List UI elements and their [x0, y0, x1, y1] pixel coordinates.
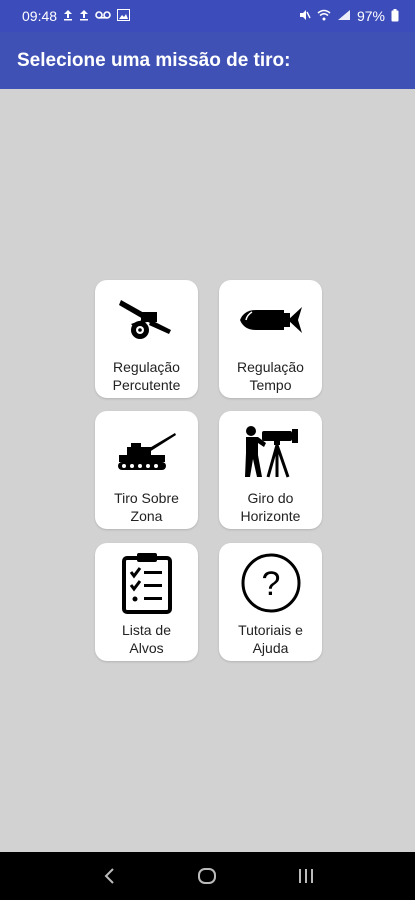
menu-item-tiro-sobre-zona[interactable]: Tiro Sobre Zona — [95, 411, 198, 529]
recents-button[interactable] — [286, 856, 326, 896]
upload-icon — [63, 9, 73, 23]
menu-item-label: Lista de Alvos — [121, 622, 172, 656]
menu-item-label: Giro do Horizonte — [240, 490, 301, 524]
mission-menu: Regulação Percutente Regulação Tempo Tir… — [0, 89, 415, 852]
status-time: 09:48 — [22, 8, 58, 24]
self-propelled-gun-icon — [112, 421, 182, 481]
image-icon — [117, 9, 131, 23]
howitzer-icon — [112, 290, 182, 350]
upload-icon — [79, 9, 89, 23]
signal-icon — [337, 9, 351, 23]
help-circle-icon: ? — [236, 553, 306, 613]
page-title: Selecione uma missão de tiro: — [17, 49, 291, 71]
status-bar: 09:48 97% — [0, 0, 415, 32]
menu-item-lista-de-alvos[interactable]: Lista de Alvos — [95, 543, 198, 661]
shell-icon — [236, 290, 306, 350]
app-bar: Selecione uma missão de tiro: — [0, 32, 415, 89]
home-button[interactable] — [187, 856, 227, 896]
wifi-icon — [317, 9, 331, 23]
menu-item-label: Regulação Percutente — [112, 359, 181, 393]
battery-percent: 97% — [356, 8, 385, 24]
menu-item-giro-do-horizonte[interactable]: Giro do Horizonte — [219, 411, 322, 529]
status-right: 97% — [299, 8, 399, 24]
menu-item-regulacao-percutente[interactable]: Regulação Percutente — [95, 280, 198, 398]
mute-icon — [299, 9, 311, 23]
menu-item-label: Tiro Sobre Zona — [114, 490, 179, 524]
menu-item-regulacao-tempo[interactable]: Regulação Tempo — [219, 280, 322, 398]
home-icon — [198, 868, 217, 884]
menu-item-label: Regulação Tempo — [237, 359, 304, 393]
menu-item-label: Tutoriais e Ajuda — [238, 622, 303, 656]
recents-icon — [298, 869, 313, 883]
svg-text:?: ? — [261, 565, 280, 603]
back-icon — [104, 868, 114, 884]
system-nav-bar — [0, 852, 415, 900]
voicemail-icon — [95, 10, 111, 22]
surveyor-theodolite-icon — [236, 421, 306, 481]
battery-icon — [391, 8, 399, 24]
clipboard-checklist-icon — [112, 553, 182, 614]
menu-item-tutoriais-e-ajuda[interactable]: ? Tutoriais e Ajuda — [219, 543, 322, 661]
back-button[interactable] — [89, 856, 129, 896]
status-left: 09:48 — [22, 8, 131, 24]
